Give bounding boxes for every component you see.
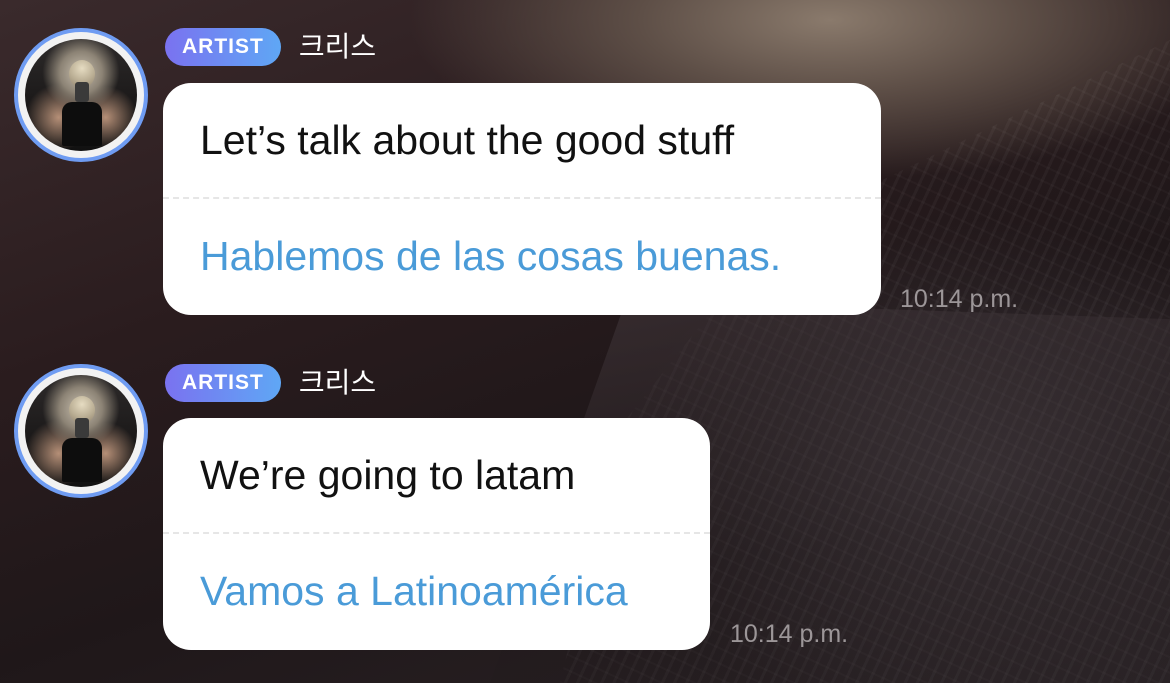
avatar-figure xyxy=(62,102,102,146)
message-header: ARTIST 크리스 xyxy=(165,364,376,402)
translation-divider xyxy=(163,197,881,199)
message-timestamp: 10:14 p.m. xyxy=(900,285,1019,313)
message-bubble[interactable]: Let’s talk about the good stuff Hablemos… xyxy=(163,83,881,315)
message-header: ARTIST 크리스 xyxy=(165,28,376,66)
artist-badge: ARTIST xyxy=(165,364,281,402)
artist-badge: ARTIST xyxy=(165,28,281,66)
artist-avatar[interactable] xyxy=(14,28,148,162)
message-bubble[interactable]: We’re going to latam Vamos a Latinoaméri… xyxy=(163,418,710,650)
chat-message: ARTIST 크리스 We’re going to latam Vamos a … xyxy=(0,336,1170,666)
sender-name[interactable]: 크리스 xyxy=(299,364,376,402)
sender-name[interactable]: 크리스 xyxy=(299,28,376,66)
translated-text: Hablemos de las cosas buenas. xyxy=(200,233,782,279)
message-text: We’re going to latam xyxy=(200,452,576,498)
artist-avatar[interactable] xyxy=(14,364,148,498)
chat-message: ARTIST 크리스 Let’s talk about the good stu… xyxy=(0,0,1170,330)
translated-text: Vamos a Latinoamérica xyxy=(200,568,628,614)
avatar-phone xyxy=(75,418,89,438)
avatar-figure xyxy=(62,438,102,482)
avatar-phone xyxy=(75,82,89,102)
message-timestamp: 10:14 p.m. xyxy=(730,620,849,648)
translation-divider xyxy=(163,532,710,534)
message-text: Let’s talk about the good stuff xyxy=(200,117,735,163)
